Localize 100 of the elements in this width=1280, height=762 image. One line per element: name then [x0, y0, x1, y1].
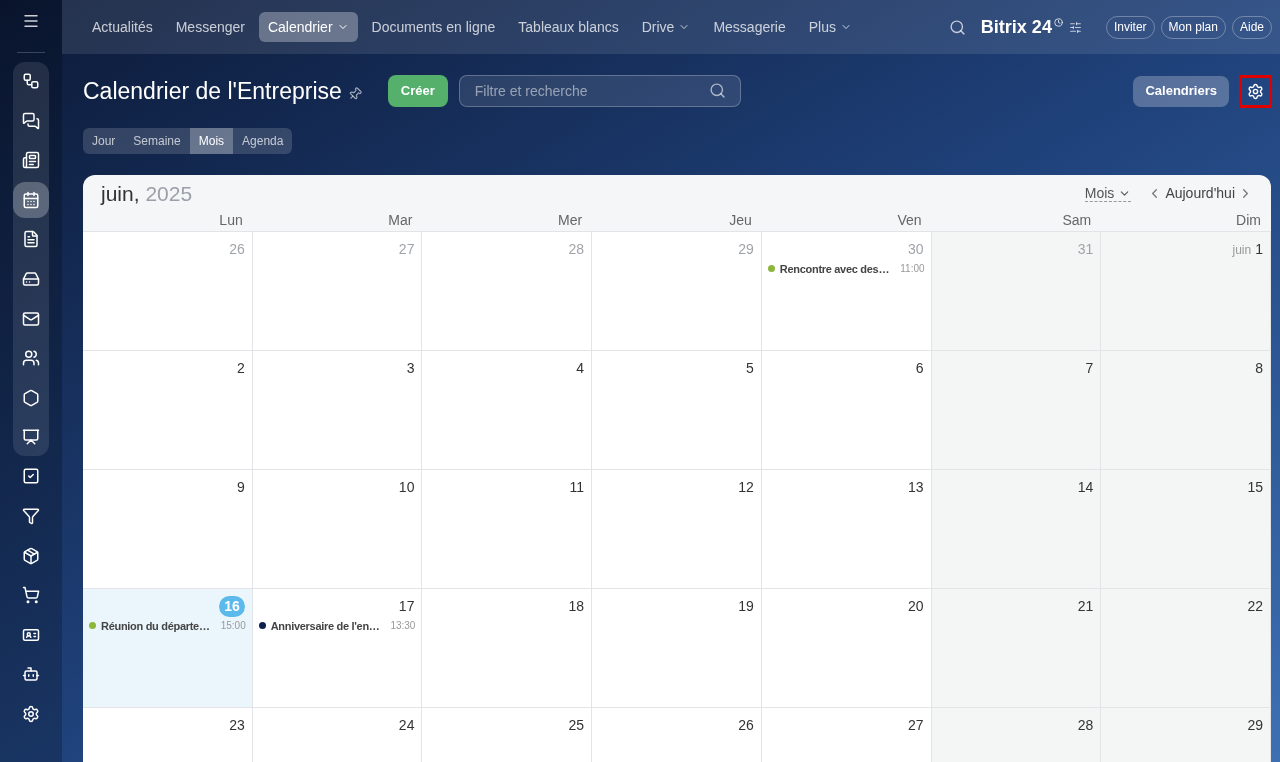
brand-logo: Bitrix 24 [980, 15, 1052, 39]
day-number: 11 [569, 477, 585, 497]
nav-tab[interactable]: Actualités [83, 12, 162, 42]
event-title: Rencontre avec des… [779, 261, 890, 277]
event-title: Réunion du départe… [101, 618, 210, 634]
sliders-icon[interactable] [1068, 20, 1082, 34]
day-cell[interactable]: 24 [252, 707, 423, 762]
view-tab[interactable]: Agenda [233, 128, 293, 154]
view-tab[interactable]: Semaine [124, 128, 190, 154]
day-cell[interactable]: 12 [592, 469, 762, 588]
day-cell[interactable]: 26 [592, 707, 762, 762]
mail-icon [22, 309, 40, 328]
search-icon [708, 82, 726, 99]
day-cell[interactable]: 9 [83, 469, 253, 588]
day-cell[interactable]: 11 [422, 469, 593, 588]
day-number: 4 [576, 358, 585, 378]
day-cell[interactable]: 25 [422, 707, 593, 762]
view-tab[interactable]: Jour [83, 128, 125, 154]
day-number: 13 [908, 477, 924, 497]
nav-tab[interactable]: Documents en ligne [362, 12, 505, 42]
day-number: 23 [229, 715, 245, 735]
event-entry[interactable]: Réunion du départe… 15:00 [89, 617, 246, 634]
day-number: 20 [908, 596, 924, 616]
day-number: 22 [1247, 596, 1263, 616]
nav-tab[interactable]: Calendrier [258, 12, 358, 42]
day-number: 27 [908, 715, 924, 735]
event-title: Anniversaire de l'en… [270, 618, 380, 634]
nav-tab[interactable]: Tableaux blancs [509, 12, 628, 42]
day-number: 28 [1077, 715, 1094, 735]
day-cell[interactable]: 30 Rencontre avec des… 11:00 [761, 231, 932, 350]
cart-icon [22, 586, 40, 605]
search-icon[interactable] [948, 18, 966, 36]
day-number: 12 [738, 477, 754, 497]
day-number: 19 [738, 596, 754, 616]
robot-icon [22, 665, 40, 684]
day-cell[interactable]: 16 Réunion du départe… 15:00 [83, 588, 253, 707]
day-number: 26 [229, 239, 245, 259]
day-cell[interactable]: 13 [761, 469, 932, 588]
weekday-label: Mar [387, 210, 414, 230]
day-cell[interactable]: 19 [592, 588, 762, 707]
event-entry[interactable]: Rencontre avec des… 11:00 [767, 260, 925, 277]
nav-tab[interactable]: Messenger [166, 12, 254, 42]
funnel-icon [22, 506, 40, 525]
settings-icon[interactable] [22, 705, 40, 724]
day-number: 3 [406, 358, 415, 378]
day-number: 25 [568, 715, 585, 735]
settings-button[interactable] [1239, 74, 1272, 108]
day-number: 14 [1077, 477, 1094, 497]
calendars-button[interactable]: Calendriers [1133, 75, 1229, 107]
weekday-label: Dim [1235, 210, 1262, 230]
weekday-label: Ven [896, 210, 923, 230]
day-number: 29 [1247, 715, 1263, 735]
drive-icon [22, 269, 40, 288]
hexagon-icon [22, 388, 40, 407]
day-number: 10 [398, 477, 415, 497]
day-number: 7 [1085, 358, 1094, 378]
day-number: 28 [568, 239, 585, 259]
day-cell[interactable]: 6 [761, 350, 932, 469]
day-cell[interactable]: 4 [422, 350, 593, 469]
day-cell[interactable]: 10 [252, 469, 423, 588]
month-label: juin [1232, 241, 1252, 259]
day-cell[interactable]: 23 [83, 707, 253, 762]
month-title: juin, 2025 [101, 181, 193, 207]
nav-tab[interactable]: Plus [799, 12, 861, 42]
nav-tab[interactable]: Drive [632, 12, 700, 42]
event-entry[interactable]: Anniversaire de l'en… 13:30 [258, 617, 416, 634]
box-icon [22, 546, 40, 565]
nav-tab[interactable]: Messagerie [704, 12, 795, 42]
chat-icon [22, 111, 40, 130]
day-number: 27 [398, 239, 415, 259]
presentation-icon [22, 428, 40, 447]
view-select[interactable]: Mois [1084, 185, 1132, 203]
day-cell[interactable]: 17 Anniversaire de l'en… 13:30 [252, 588, 423, 707]
day-number: 29 [738, 239, 754, 259]
users-icon [22, 349, 40, 368]
day-number: 21 [1077, 596, 1094, 616]
day-number: 16 [219, 595, 245, 617]
document-icon [22, 230, 40, 249]
event-time: 15:00 [219, 619, 246, 634]
settings-icon [1247, 82, 1264, 100]
today-button[interactable]: Aujourd'hui [1165, 183, 1235, 205]
day-number: 8 [1255, 358, 1263, 378]
menu-icon[interactable] [22, 12, 40, 30]
header-button[interactable]: Mon plan [1160, 15, 1226, 39]
weekday-label: Mer [557, 210, 584, 230]
newspaper-icon [22, 151, 40, 170]
day-cell[interactable]: 27 [761, 707, 932, 762]
day-cell[interactable]: 18 [422, 588, 593, 707]
day-cell[interactable]: 3 [252, 350, 423, 469]
day-number: 2 [236, 358, 245, 378]
event-time: 13:30 [389, 619, 416, 634]
day-number: 15 [1247, 477, 1263, 497]
sidebar-item[interactable] [13, 181, 49, 218]
calendar-icon [22, 190, 40, 209]
day-cell[interactable]: 20 [761, 588, 932, 707]
day-number: 18 [568, 596, 585, 616]
day-cell[interactable]: 2 [83, 350, 253, 469]
day-cell[interactable]: 5 [592, 350, 762, 469]
day-number: 24 [398, 715, 415, 735]
view-tab[interactable]: Mois [189, 128, 234, 154]
